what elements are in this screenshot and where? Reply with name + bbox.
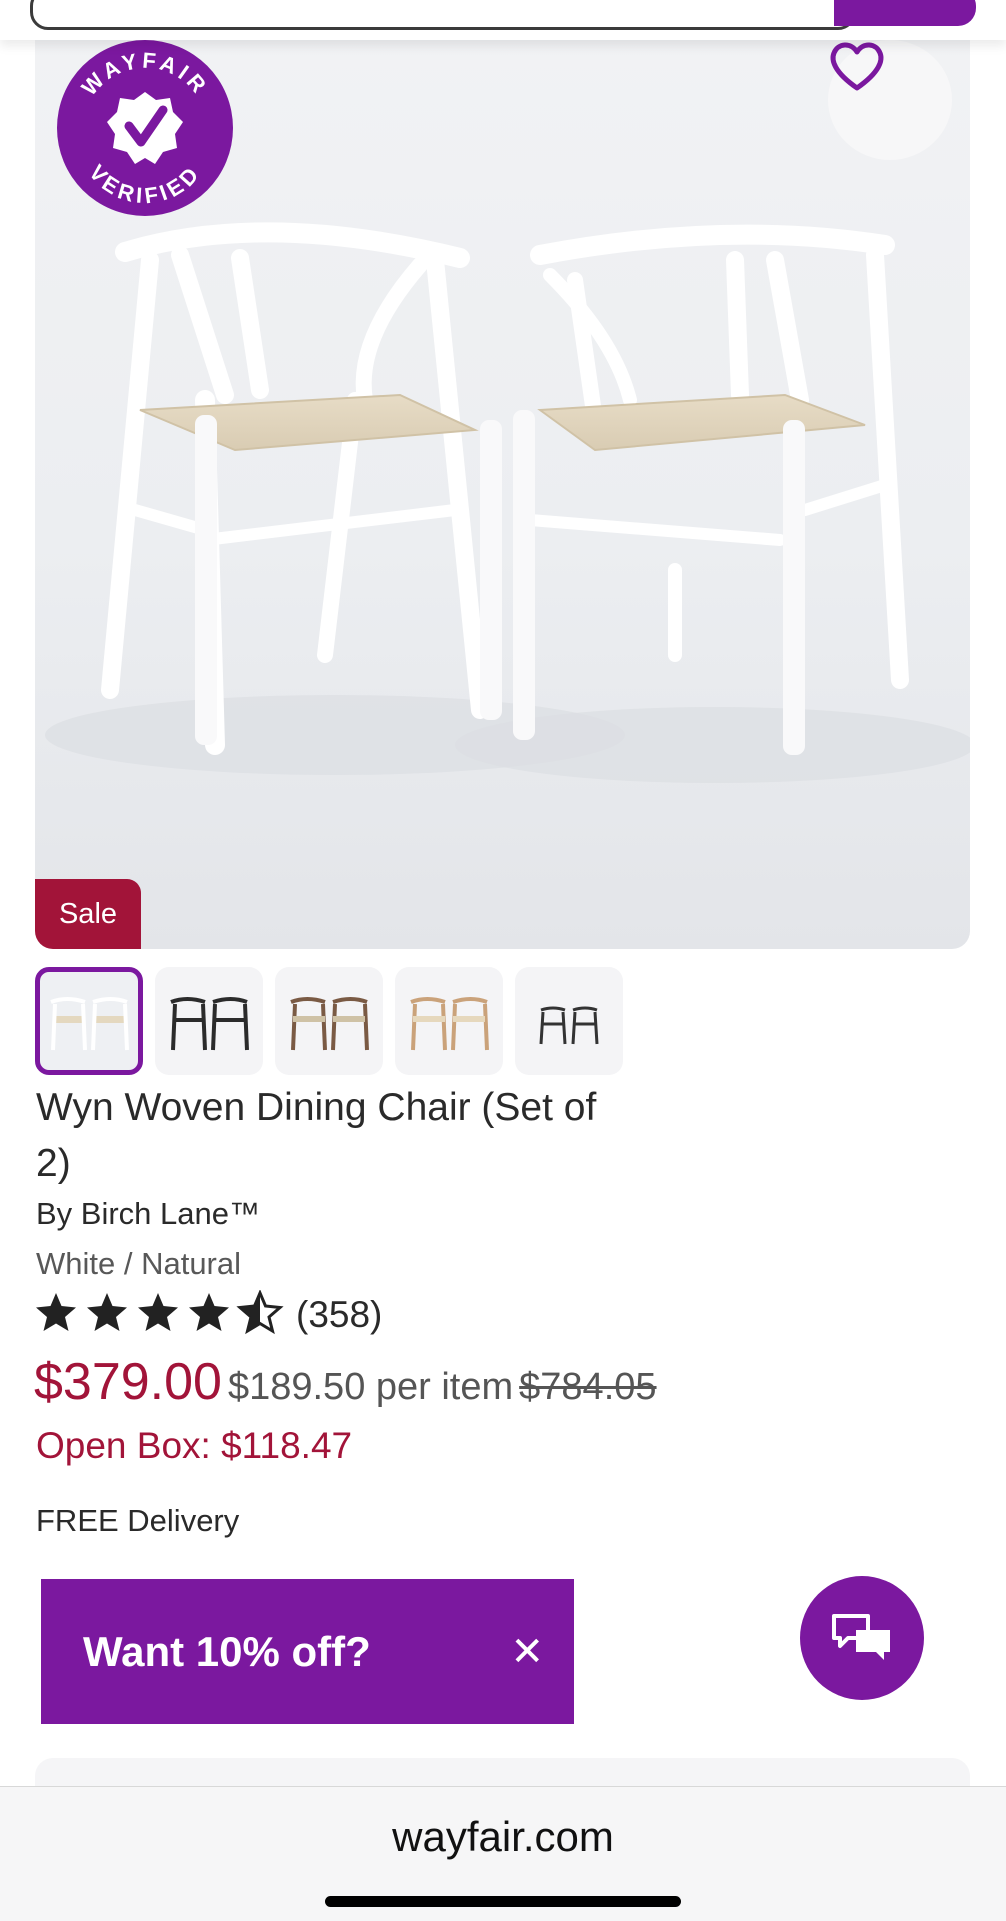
star-icon bbox=[189, 1293, 229, 1331]
promo-text: Want 10% off? bbox=[83, 1627, 371, 1675]
thumbnail-black[interactable] bbox=[155, 967, 263, 1075]
close-icon[interactable]: ✕ bbox=[510, 1632, 544, 1672]
product-brand[interactable]: By Birch Lane™ bbox=[36, 1196, 260, 1232]
chat-icon bbox=[832, 1614, 890, 1660]
chair-thumb-icon bbox=[170, 997, 249, 1051]
per-item-price: $189.50 per item bbox=[227, 1366, 514, 1408]
discount-promo-banner[interactable]: Want 10% off? ✕ bbox=[41, 1579, 574, 1724]
chair-thumb-icon bbox=[290, 997, 369, 1051]
open-box-price[interactable]: Open Box: $118.47 bbox=[36, 1425, 352, 1467]
browser-address-bar: wayfair.com bbox=[0, 1786, 1006, 1921]
top-search-bar bbox=[0, 0, 1006, 40]
sale-badge: Sale bbox=[35, 879, 141, 949]
chair-thumb-icon bbox=[539, 1006, 599, 1045]
chair-thumb-icon bbox=[410, 997, 489, 1051]
url-text[interactable]: wayfair.com bbox=[0, 1813, 1006, 1861]
chair-thumb-icon bbox=[50, 997, 129, 1051]
product-title: Wyn Woven Dining Chair (Set of 2) bbox=[36, 1086, 597, 1185]
thumbnail-strip bbox=[35, 967, 623, 1075]
rating-stars bbox=[36, 1291, 282, 1333]
thumbnail-black-small[interactable] bbox=[515, 967, 623, 1075]
wayfair-verified-badge: WAYFAIR VERIFIED bbox=[55, 40, 237, 220]
home-indicator bbox=[325, 1896, 681, 1907]
price-row: $379.00 $189.50 per item $784.05 bbox=[34, 1352, 657, 1412]
heart-icon bbox=[830, 42, 884, 91]
star-icon bbox=[36, 1293, 76, 1331]
rating-count: (358) bbox=[296, 1294, 383, 1335]
star-icon bbox=[87, 1293, 127, 1331]
delivery-info: FREE Delivery bbox=[36, 1503, 240, 1538]
rating-summary[interactable]: (358) bbox=[34, 1290, 382, 1340]
product-image[interactable]: WAYFAIR VERIFIED Sale bbox=[35, 40, 970, 949]
thumbnail-natural[interactable] bbox=[395, 967, 503, 1075]
thumbnail-white-natural[interactable] bbox=[35, 967, 143, 1075]
thumbnail-walnut[interactable] bbox=[275, 967, 383, 1075]
sale-price: $379.00 bbox=[34, 1353, 222, 1411]
product-variant: White / Natural bbox=[36, 1246, 242, 1281]
chat-button[interactable] bbox=[800, 1576, 924, 1700]
favorite-button[interactable] bbox=[828, 40, 952, 160]
search-button[interactable] bbox=[834, 0, 976, 26]
search-input[interactable] bbox=[30, 0, 856, 30]
star-icon bbox=[138, 1293, 178, 1331]
original-price: $784.05 bbox=[519, 1366, 657, 1408]
